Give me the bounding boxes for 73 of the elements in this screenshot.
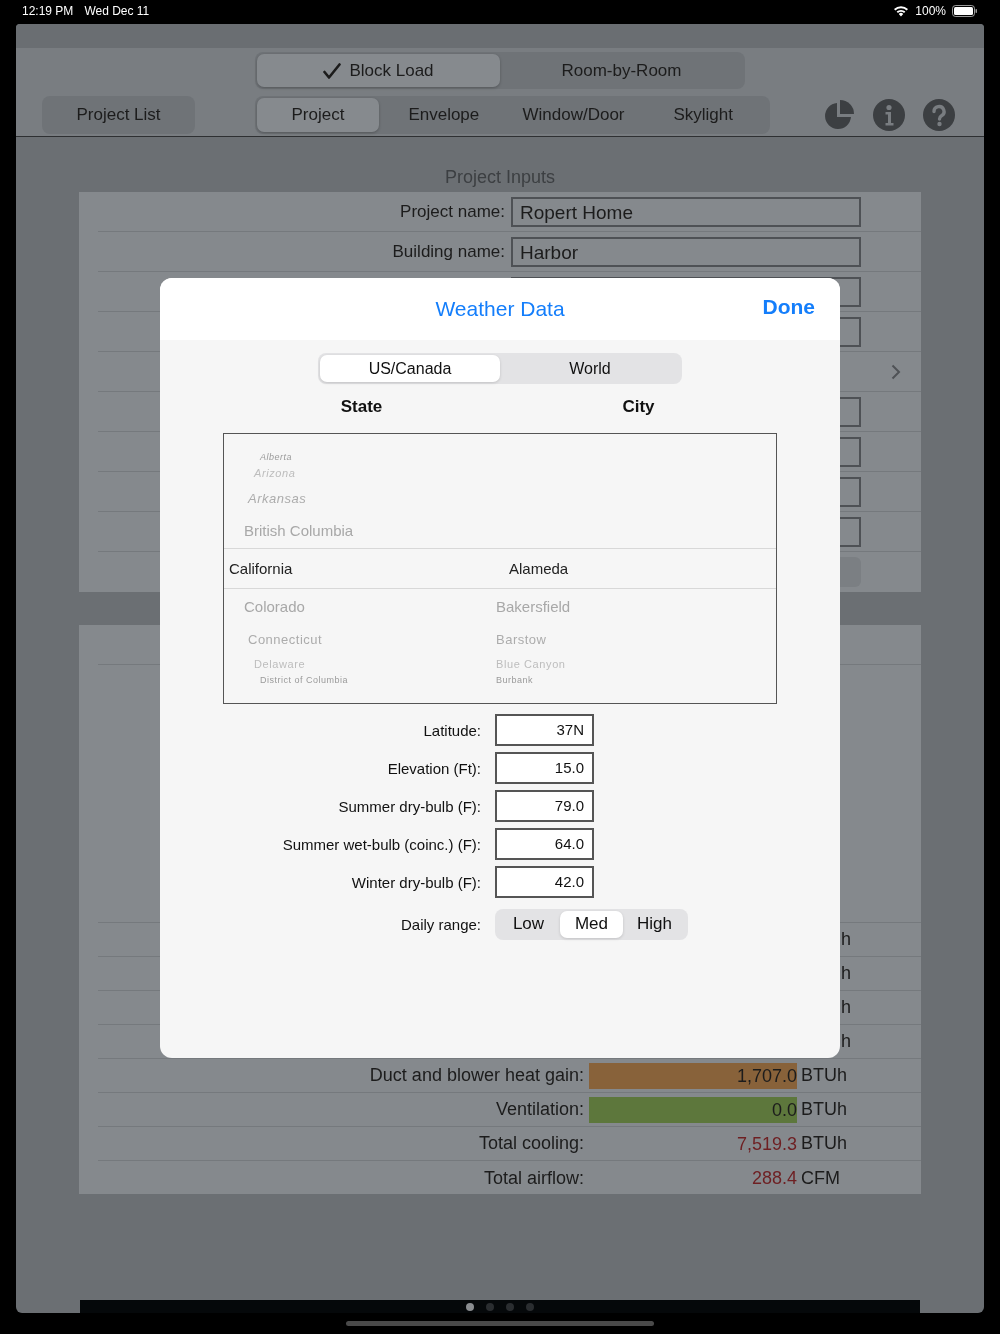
dialog-title: Weather Data: [435, 297, 565, 321]
number-field[interactable]: 79.0: [495, 790, 594, 822]
help-icon[interactable]: [923, 99, 955, 131]
column-header: City: [622, 396, 655, 417]
text-field[interactable]: Harbor: [511, 236, 861, 267]
state-option[interactable]: British Columbia: [224, 513, 496, 548]
range-option[interactable]: High: [623, 910, 686, 938]
result-label: Duct and blower heat gain:: [369, 1065, 584, 1086]
range-option[interactable]: Med: [560, 910, 623, 938]
field-label: Elevation (Ft):: [386, 759, 481, 777]
battery-icon: [952, 5, 978, 17]
result-value: 7,519.3: [735, 1132, 797, 1156]
mode-tab[interactable]: Block Load: [257, 54, 500, 87]
range-option[interactable]: Low: [497, 910, 560, 938]
result-bar: 0.0: [589, 1096, 797, 1123]
column-header: State: [340, 396, 383, 417]
unit-text: BTUh: [800, 1099, 848, 1120]
result-bar: 1,707.0: [589, 1062, 797, 1089]
unit-text: BTUh: [800, 1065, 848, 1086]
unit-text: h: [840, 929, 851, 950]
done-button[interactable]: Done: [762, 295, 815, 319]
status-date: Wed Dec 11: [84, 4, 150, 18]
pie-chart-icon[interactable]: [823, 99, 855, 131]
unit-text: CFM: [800, 1167, 841, 1189]
mode-tab[interactable]: Room-by-Room: [500, 54, 743, 87]
field-label: Latitude:: [422, 721, 481, 739]
checkmark-icon: [323, 62, 342, 79]
city-option[interactable]: Bakersfield: [496, 589, 776, 624]
region-tab[interactable]: US/Canada: [320, 355, 500, 382]
city-option[interactable]: Burbank: [496, 674, 776, 686]
field-label: Summer wet-bulb (coinc.) (F):: [281, 835, 481, 853]
field-label: Building name:: [392, 241, 505, 262]
number-field[interactable]: 15.0: [495, 752, 594, 784]
status-time: 12:19 PM: [22, 4, 74, 18]
state-option[interactable]: Connecticut: [224, 624, 496, 654]
city-option[interactable]: Barstow: [496, 624, 776, 654]
battery-percent: 100%: [915, 4, 946, 18]
section-tab[interactable]: Envelope: [379, 98, 509, 132]
state-option[interactable]: California: [224, 549, 496, 588]
number-field[interactable]: 64.0: [495, 828, 594, 860]
unit-text: h: [840, 1031, 851, 1052]
field-label: Daily range:: [399, 915, 481, 933]
section-tab[interactable]: Project: [257, 98, 379, 132]
wifi-icon: [893, 5, 910, 17]
project-list-button[interactable]: Project List: [42, 96, 195, 134]
state-option[interactable]: Colorado: [224, 589, 496, 624]
page-dot[interactable]: [466, 1302, 474, 1311]
page-dot[interactable]: [486, 1302, 494, 1311]
page-dot[interactable]: [526, 1302, 534, 1311]
region-tab[interactable]: World: [500, 355, 680, 382]
state-option[interactable]: Arkansas: [224, 483, 496, 513]
field-label: Project name:: [400, 201, 505, 222]
field-label: Summer dry-bulb (F):: [337, 797, 481, 815]
page-dot[interactable]: [506, 1302, 514, 1311]
text-field[interactable]: Ropert Home: [511, 196, 861, 227]
number-field[interactable]: 37N: [495, 714, 594, 746]
unit-text: h: [840, 997, 851, 1018]
state-option[interactable]: District of Columbia: [224, 674, 496, 686]
result-label: Total cooling:: [478, 1133, 584, 1154]
city-option[interactable]: Alameda: [496, 549, 776, 588]
section-tab[interactable]: Window/Door: [508, 98, 639, 132]
unit-text: BTUh: [800, 1133, 848, 1154]
result-label: Total airflow:: [483, 1167, 584, 1189]
chevron-right-icon[interactable]: [891, 363, 901, 380]
info-icon[interactable]: [873, 99, 905, 131]
state-option[interactable]: Alberta: [224, 451, 496, 463]
unit-text: h: [840, 963, 851, 984]
location-picker[interactable]: Alberta Arizona Arkansas British Columbia California Alameda Colorado Connecticut Delaware District of Columbia Bakersfield Barstow Blue Canyon Burbank: [223, 433, 777, 704]
field-label: Winter dry-bulb (F):: [350, 873, 481, 891]
section-tab[interactable]: Skylight: [638, 98, 768, 132]
result-label: Ventilation:: [495, 1099, 584, 1120]
number-field[interactable]: 42.0: [495, 866, 594, 898]
result-value: 288.4: [750, 1167, 797, 1190]
